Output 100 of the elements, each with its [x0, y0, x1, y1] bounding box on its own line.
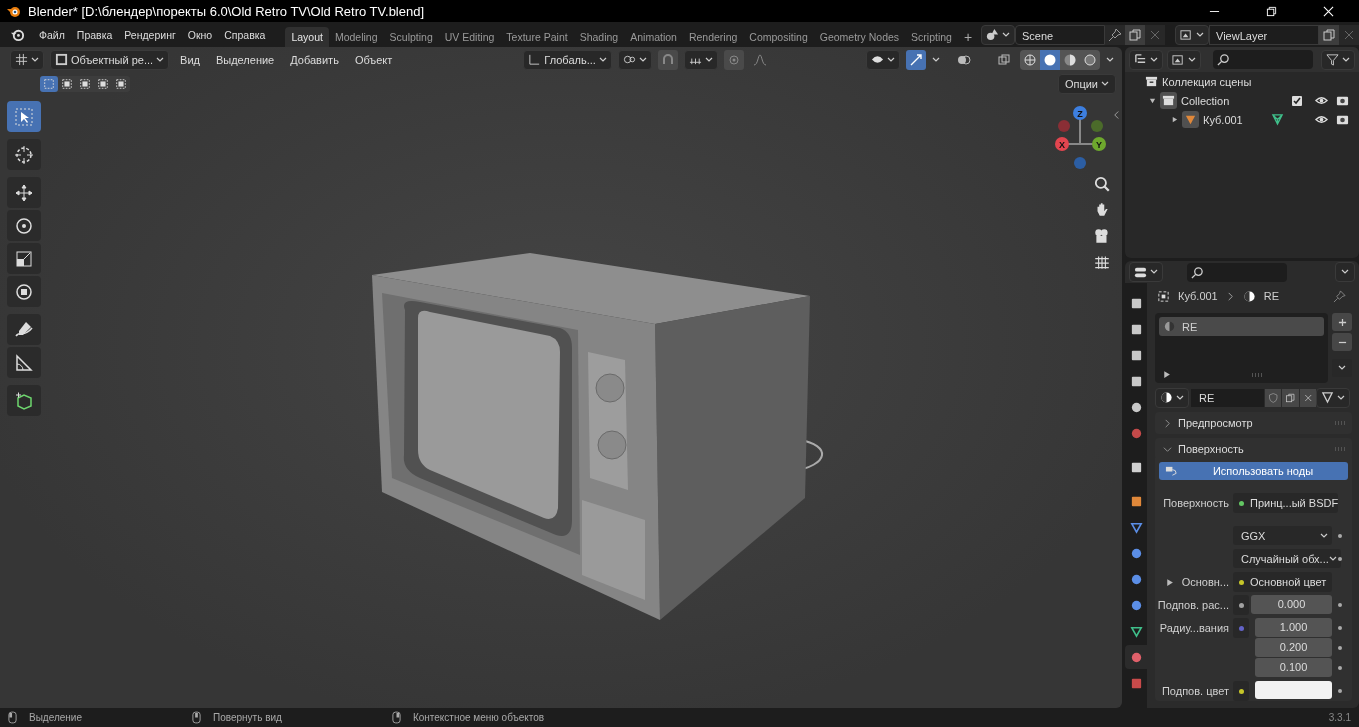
search-field[interactable] [1213, 50, 1313, 69]
workspace-tab[interactable]: Rendering [682, 27, 744, 47]
expand-arrow-icon[interactable] [1162, 370, 1171, 379]
workspace-tab[interactable]: Modeling [328, 27, 384, 47]
gizmo-toggle-icon[interactable] [906, 49, 926, 70]
caret-icon[interactable] [932, 56, 940, 63]
menu-item[interactable]: Рендеринг [118, 28, 182, 41]
add-slot-button[interactable] [1332, 313, 1352, 331]
view-layer-field[interactable]: ViewLayer [1209, 24, 1319, 45]
tree-item[interactable]: Коллекция сцены [1162, 75, 1252, 88]
caret-icon[interactable] [1106, 56, 1114, 63]
dropdown-field[interactable]: GGX [1233, 526, 1332, 545]
editor-type-button[interactable] [1129, 262, 1163, 282]
magnet-icon[interactable] [657, 49, 678, 70]
options-dropdown[interactable]: Опции [1057, 74, 1116, 94]
keyframe-dot-icon[interactable] [1338, 603, 1342, 607]
workspace-tab[interactable]: Sculpting [383, 27, 439, 47]
workspace-tab[interactable]: UV Editing [438, 27, 501, 47]
tool-button[interactable] [7, 276, 41, 307]
pin-icon[interactable] [1105, 24, 1125, 45]
mesh-data-icon[interactable] [1270, 113, 1284, 126]
workspace-tab[interactable]: Layout [285, 27, 329, 47]
copy-icon[interactable] [1282, 388, 1299, 407]
workspace-tab[interactable]: Scripting [905, 27, 958, 47]
visibility-dropdown[interactable] [866, 49, 900, 70]
view-layer-dropdown[interactable] [1167, 49, 1201, 70]
menu-item[interactable]: Выделение [210, 53, 280, 66]
expand-arrow-icon[interactable] [1149, 97, 1156, 104]
dropdown-field[interactable]: Случайный обх... [1233, 549, 1341, 568]
add-workspace-button[interactable]: + [957, 27, 979, 47]
copy-icon[interactable] [1125, 24, 1145, 45]
tool-button[interactable] [7, 210, 41, 241]
mode-dropdown[interactable]: Объектный ре... [50, 49, 170, 70]
tree-item[interactable]: Collection [1181, 94, 1230, 107]
search-field[interactable] [1187, 262, 1287, 282]
resize-grip-icon[interactable] [1251, 372, 1263, 377]
material-browse-button[interactable] [1155, 387, 1189, 408]
menu-item[interactable]: Правка [70, 28, 119, 41]
options-dropdown[interactable] [1335, 262, 1355, 282]
keyframe-dot-icon[interactable] [1338, 646, 1342, 650]
material-name-field[interactable]: RE [1191, 388, 1264, 407]
shield-icon[interactable] [1264, 388, 1282, 407]
pivot-dropdown[interactable] [617, 49, 652, 70]
menu-item[interactable]: Добавить [285, 53, 344, 66]
orientation-dropdown[interactable]: Глобаль... [523, 49, 612, 70]
tv-model-drawing[interactable] [372, 253, 823, 620]
color-swatch[interactable] [1255, 681, 1332, 699]
workspace-tab[interactable]: Texture Paint [500, 27, 574, 47]
camera-icon[interactable] [1093, 227, 1111, 245]
scene-field[interactable]: Scene [1015, 24, 1105, 45]
editor-type-button[interactable] [10, 49, 44, 70]
camera-icon[interactable] [1336, 94, 1349, 107]
zoom-icon[interactable] [1093, 175, 1111, 193]
workspace-tab[interactable]: Geometry Nodes [813, 27, 906, 47]
tool-button[interactable] [7, 177, 41, 208]
number-field[interactable]: 0.100 [1255, 658, 1332, 677]
menu-item[interactable]: Объект [349, 53, 398, 66]
restore-icon[interactable] [1266, 5, 1277, 17]
menu-item[interactable]: Вид [175, 53, 205, 66]
tool-button[interactable] [7, 314, 41, 345]
number-field[interactable]: 0.000 [1251, 595, 1332, 614]
socket-button[interactable] [1233, 595, 1249, 615]
menu-item[interactable]: Справка [218, 28, 272, 41]
proportional-edit-icon[interactable] [723, 49, 744, 70]
workspace-tab[interactable]: Animation [624, 27, 683, 47]
number-field[interactable]: 0.200 [1255, 638, 1332, 657]
workspace-tab[interactable]: Shading [573, 27, 625, 47]
material-slot[interactable]: RE [1159, 317, 1324, 336]
socket-link-field[interactable]: Принц...ый BSDF [1233, 493, 1339, 513]
tool-button[interactable] [7, 385, 41, 416]
keyframe-dot-icon[interactable] [1338, 534, 1342, 538]
display-mode-dropdown[interactable] [1129, 49, 1163, 70]
use-nodes-button[interactable]: Использовать ноды [1159, 462, 1348, 480]
keyframe-dot-icon[interactable] [1338, 666, 1342, 670]
keyframe-dot-icon[interactable] [1338, 557, 1342, 561]
tree-item[interactable]: Куб.001 [1203, 113, 1243, 126]
tool-button[interactable] [7, 139, 41, 170]
expand-arrow-icon[interactable] [1164, 577, 1174, 587]
keyframe-dot-icon[interactable] [1338, 689, 1342, 693]
eye-icon[interactable] [1315, 94, 1328, 107]
view-layer-selector-button[interactable] [1175, 24, 1209, 45]
link-dropdown[interactable] [1316, 387, 1350, 408]
close-icon[interactable] [1323, 5, 1334, 17]
expand-arrow-icon[interactable] [1171, 116, 1178, 123]
menu-item[interactable]: Файл [33, 28, 71, 41]
navigation-gizmo[interactable] [1055, 106, 1106, 169]
socket-button[interactable] [1233, 681, 1249, 701]
tool-button[interactable] [7, 347, 41, 378]
copy-icon[interactable] [1319, 24, 1339, 45]
blender-logo-icon[interactable] [10, 27, 25, 42]
filter-dropdown[interactable] [1321, 49, 1355, 70]
menu-item[interactable]: Окно [181, 28, 219, 41]
grid-icon[interactable] [1093, 253, 1111, 271]
panel-header[interactable]: Предпросмотр [1155, 412, 1352, 434]
snap-dropdown[interactable] [683, 49, 718, 70]
scene-selector-button[interactable] [981, 24, 1015, 45]
checkbox[interactable] [1291, 94, 1303, 107]
keyframe-dot-icon[interactable] [1338, 626, 1342, 630]
3d-viewport[interactable]: X Y Z Объектный ре... Вид Выделение Добавить Объект Глобаль... Опции [0, 47, 1122, 708]
eye-icon[interactable] [1315, 113, 1328, 126]
